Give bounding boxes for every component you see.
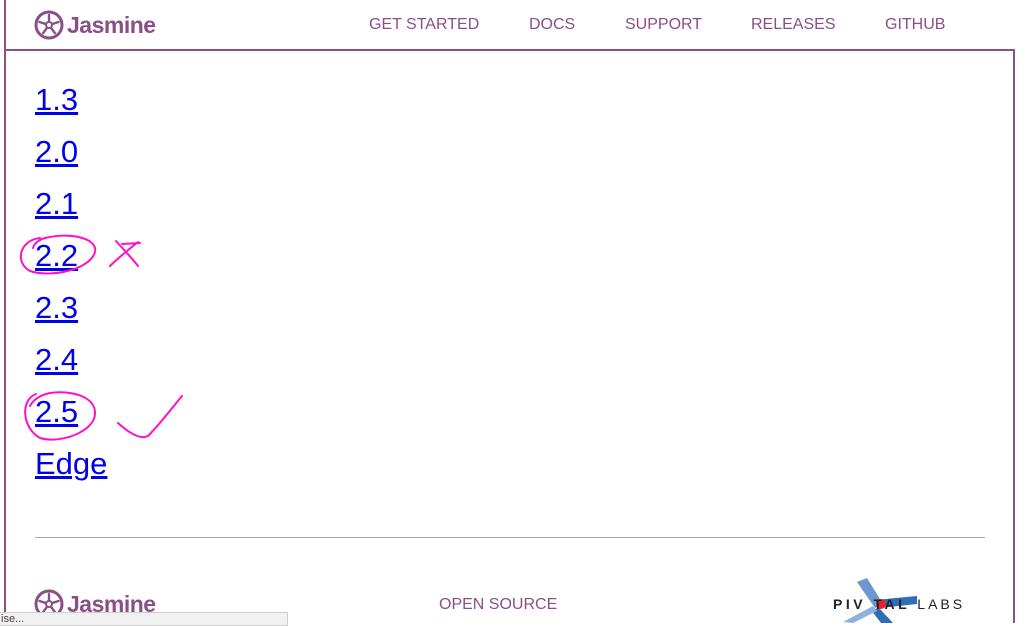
version-link-2-1[interactable]: 2.1 xyxy=(35,186,78,222)
version-link-2-0[interactable]: 2.0 xyxy=(35,134,78,170)
logo-text: Jasmine xyxy=(67,11,156,38)
nav-github[interactable]: GITHUB xyxy=(885,16,945,34)
nav-docs[interactable]: DOCS xyxy=(529,16,575,34)
open-source-link[interactable]: OPEN SOURCE xyxy=(439,596,557,614)
version-link-2-2[interactable]: 2.2 xyxy=(35,238,78,274)
jasmine-flower-icon xyxy=(34,10,64,40)
pivotal-wordmark: PIV TAL LABS xyxy=(833,596,966,612)
version-link-2-4[interactable]: 2.4 xyxy=(35,342,78,378)
page-frame xyxy=(4,0,1015,623)
nav-support[interactable]: SUPPORT xyxy=(625,16,702,34)
nav-releases[interactable]: RELEASES xyxy=(751,16,835,34)
footer-divider xyxy=(35,537,985,538)
version-link-2-5[interactable]: 2.5 xyxy=(35,394,78,430)
browser-status-bar: ise... xyxy=(0,612,288,626)
site-header: Jasmine GET STARTED DOCS SUPPORT RELEASE… xyxy=(6,0,1015,51)
version-link-1-3[interactable]: 1.3 xyxy=(35,82,78,118)
nav-get-started[interactable]: GET STARTED xyxy=(369,16,479,34)
pivotal-labs-logo[interactable]: PIV TAL LABS xyxy=(833,578,993,623)
version-link-2-3[interactable]: 2.3 xyxy=(35,290,78,326)
version-link-edge[interactable]: Edge xyxy=(35,446,107,482)
jasmine-logo[interactable]: Jasmine xyxy=(34,10,156,40)
